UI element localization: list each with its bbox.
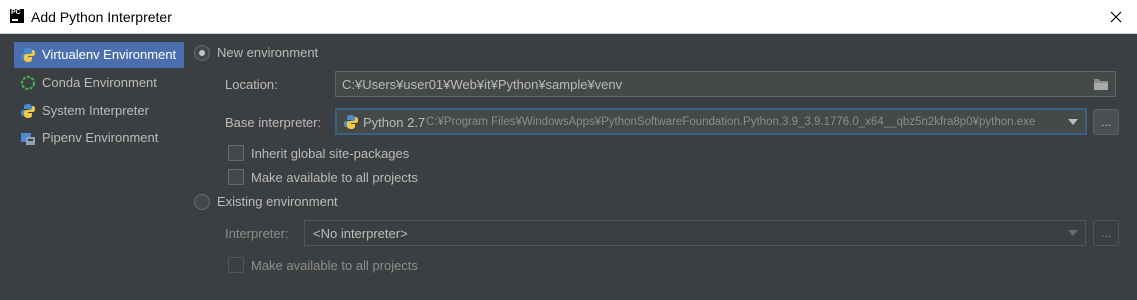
radio-selected-dot <box>199 50 205 56</box>
new-environment-radio[interactable] <box>194 45 210 61</box>
title-bar: PC Add Python Interpreter <box>0 0 1137 34</box>
virtualenv-icon <box>20 47 36 63</box>
pycharm-icon: PC <box>10 9 24 23</box>
interpreter-label: Interpreter: <box>225 226 289 241</box>
sidebar-item-system-interpreter[interactable]: System Interpreter <box>14 98 184 124</box>
new-environment-label: New environment <box>217 45 319 60</box>
location-input[interactable]: C:¥Users¥user01¥Web¥it¥Python¥sample¥ven… <box>335 71 1116 97</box>
interpreter-dropdown[interactable]: <No interpreter> <box>304 220 1086 246</box>
window-title: Add Python Interpreter <box>31 9 172 25</box>
close-icon[interactable] <box>1105 6 1127 28</box>
environment-type-list: Virtualenv Environment Conda Environment… <box>0 34 187 300</box>
base-interpreter-browse-button[interactable]: ... <box>1093 109 1119 135</box>
sidebar-item-label: System Interpreter <box>42 103 149 118</box>
inherit-site-packages-label: Inherit global site-packages <box>251 146 410 161</box>
folder-icon[interactable] <box>1093 77 1109 91</box>
python-icon <box>20 103 36 119</box>
existing-make-available-checkbox[interactable] <box>228 257 244 273</box>
conda-icon <box>20 75 36 91</box>
make-available-checkbox[interactable] <box>228 169 244 185</box>
sidebar-item-label: Pipenv Environment <box>42 130 159 145</box>
existing-environment-label: Existing environment <box>217 194 338 209</box>
base-interpreter-dropdown[interactable]: Python 2.7 C:¥Program Files¥WindowsApps¥… <box>335 108 1087 135</box>
python-icon <box>343 114 359 130</box>
sidebar-item-pipenv[interactable]: Pipenv Environment <box>14 125 184 151</box>
make-available-label: Make available to all projects <box>251 170 418 185</box>
sidebar-item-virtualenv[interactable]: Virtualenv Environment <box>14 42 184 68</box>
chevron-down-icon <box>1068 230 1078 236</box>
chevron-down-icon <box>1068 119 1078 125</box>
existing-environment-radio[interactable] <box>194 194 210 210</box>
location-label: Location: <box>225 77 278 92</box>
interpreter-browse-button[interactable]: ... <box>1093 220 1119 246</box>
sidebar-item-conda[interactable]: Conda Environment <box>14 70 184 96</box>
location-value: C:¥Users¥user01¥Web¥it¥Python¥sample¥ven… <box>342 77 623 92</box>
pipenv-icon <box>20 130 36 146</box>
existing-make-available-label: Make available to all projects <box>251 258 418 273</box>
base-interpreter-label: Base interpreter: <box>225 115 322 130</box>
base-interpreter-path: C:¥Program Files¥WindowsApps¥PythonSoftw… <box>426 116 1036 128</box>
environment-settings-panel: New environment Location: C:¥Users¥user0… <box>187 34 1137 300</box>
sidebar-item-label: Virtualenv Environment <box>42 47 177 62</box>
inherit-site-packages-checkbox[interactable] <box>228 145 244 161</box>
sidebar-item-label: Conda Environment <box>42 75 157 90</box>
interpreter-value: <No interpreter> <box>313 226 408 241</box>
base-interpreter-version: Python 2.7 <box>363 115 426 130</box>
